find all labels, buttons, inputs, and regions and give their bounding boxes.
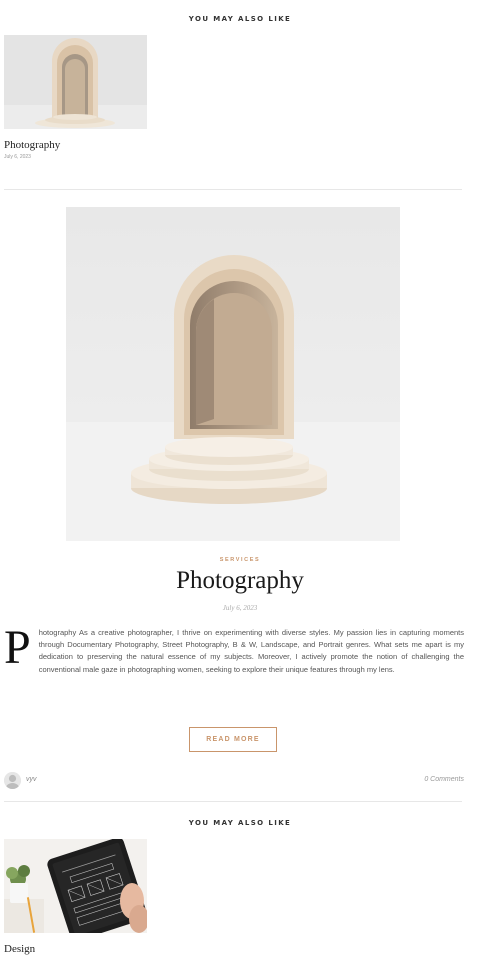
related-post-card[interactable]: Design bbox=[4, 839, 147, 955]
post-meta-row: vyv 0 Comments bbox=[4, 772, 464, 790]
related-post-title[interactable]: Photography bbox=[4, 139, 147, 151]
avatar[interactable] bbox=[4, 772, 21, 789]
divider bbox=[4, 801, 462, 802]
featured-image[interactable] bbox=[66, 207, 400, 541]
post-category[interactable]: SERVICES bbox=[0, 557, 480, 563]
user-icon bbox=[4, 772, 21, 789]
dropcap-letter: P bbox=[4, 621, 31, 674]
post-date: July 6, 2023 bbox=[222, 604, 258, 612]
related-posts-heading: YOU MAY ALSO LIKE bbox=[188, 819, 292, 827]
author-name[interactable]: vyv bbox=[26, 776, 37, 783]
related-post-card[interactable]: Photography July 6, 2023 bbox=[4, 35, 147, 160]
related-post-date: July 6, 2023 bbox=[4, 154, 31, 160]
related-post-thumbnail[interactable] bbox=[4, 35, 147, 129]
related-posts-heading: YOU MAY ALSO LIKE bbox=[188, 15, 292, 23]
divider bbox=[4, 189, 462, 190]
post-excerpt: P hotography As a creative photographer,… bbox=[4, 621, 464, 676]
post-excerpt-text: hotography As a creative photographer, I… bbox=[38, 628, 464, 674]
comments-link[interactable]: 0 Comments bbox=[424, 776, 464, 783]
arch-podium-image bbox=[66, 207, 400, 541]
related-post-thumbnail[interactable] bbox=[4, 839, 147, 933]
read-more-button[interactable]: READ MORE bbox=[189, 727, 277, 752]
arch-photo-image bbox=[4, 35, 147, 129]
related-post-title[interactable]: Design bbox=[4, 943, 147, 955]
tablet-design-image bbox=[4, 839, 147, 933]
post-title[interactable]: Photography bbox=[0, 567, 480, 595]
